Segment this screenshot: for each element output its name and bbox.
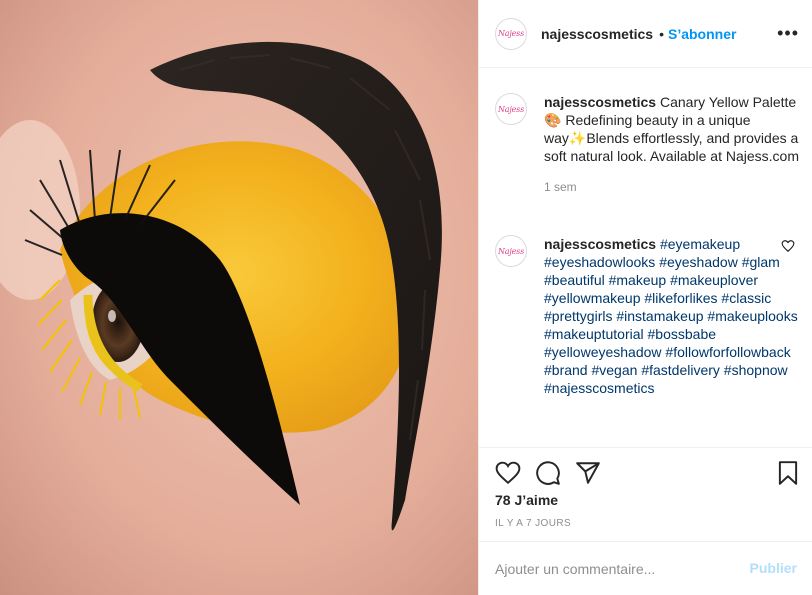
hashtag-link[interactable]: #brand [544,362,588,378]
username-link[interactable]: najesscosmetics [541,26,653,42]
hashtag-link[interactable]: #makeuptutorial [544,326,644,342]
likes-count[interactable]: 78 J’aime [495,492,558,508]
comments-list[interactable]: Najess najesscosmetics Canary Yellow Pal… [479,69,812,447]
post-date[interactable]: IL Y A 7 JOURS [495,518,571,529]
hashtag-link[interactable]: #makeuplooks [707,308,797,324]
hashtag-link[interactable]: #classic [721,290,771,306]
caption-text-1: Canary Yellow Palette [659,94,797,110]
separator-dot: • [659,25,664,42]
hashtag-comment: Najess najesscosmetics #eyemakeup #eyesh… [495,235,801,435]
hashtag-link[interactable]: #eyemakeup [660,236,740,252]
palette-emoji: 🎨 [544,112,562,128]
brand-logo: Najess [498,104,524,114]
hashtag-body: najesscosmetics #eyemakeup #eyeshadowloo… [544,235,802,397]
avatar[interactable]: Najess [495,17,527,50]
hashtag-link[interactable]: #vegan [591,362,637,378]
hashtag-link[interactable]: #instamakeup [616,308,703,324]
hashtag-list: #eyemakeup #eyeshadowlooks #eyeshadow #g… [544,236,798,396]
brand-logo: Najess [498,29,524,38]
hashtag-link[interactable]: #glam [742,254,780,270]
caption-comment: Najess najesscosmetics Canary Yellow Pal… [495,93,801,213]
comment-input[interactable] [495,559,735,579]
post-photo[interactable] [0,0,478,595]
eye-makeup-image [0,0,478,595]
hashtag-link[interactable]: #makeuplover [670,272,758,288]
avatar[interactable]: Najess [495,235,527,267]
caption-timestamp[interactable]: 1 sem [544,178,802,196]
bookmark-icon[interactable] [775,460,801,486]
like-comment-heart-icon[interactable] [781,239,795,253]
post-actions-section: 78 J’aime IL Y A 7 JOURS [479,447,812,541]
hashtag-link[interactable]: #beautiful [544,272,605,288]
publish-button[interactable]: Publier [750,560,797,576]
brand-logo: Najess [498,246,524,256]
heart-icon[interactable] [495,460,521,486]
caption-username[interactable]: najesscosmetics [544,94,656,110]
caption-body: najesscosmetics Canary Yellow Palette 🎨 … [544,93,802,196]
follow-button[interactable]: S’abonner [668,26,736,42]
comment-username[interactable]: najesscosmetics [544,236,656,252]
hashtag-link[interactable]: #yellowmakeup [544,290,641,306]
more-options-icon[interactable]: ••• [777,24,799,42]
hashtag-link[interactable]: #fastdelivery [641,362,720,378]
hashtag-link[interactable]: #bossbabe [648,326,717,342]
action-bar [495,460,799,486]
post-side-panel: Najess najesscosmetics • S’abonner ••• N… [478,0,812,595]
hashtag-link[interactable]: #eyeshadow [659,254,738,270]
hashtag-link[interactable]: #yelloweyeshadow [544,344,662,360]
hashtag-link[interactable]: #prettygirls [544,308,612,324]
hashtag-link[interactable]: #likeforlikes [644,290,717,306]
hashtag-link[interactable]: #followforfollowback [665,344,790,360]
avatar[interactable]: Najess [495,93,527,125]
add-comment-bar: Publier [479,541,812,595]
hashtag-link[interactable]: #shopnow [724,362,788,378]
comment-icon[interactable] [535,460,561,486]
share-icon[interactable] [575,460,601,486]
post-header: Najess najesscosmetics • S’abonner ••• [479,0,812,68]
hashtag-link[interactable]: #najesscosmetics [544,380,655,396]
sparkles-emoji: ✨ [568,130,587,146]
hashtag-link[interactable]: #eyeshadowlooks [544,254,655,270]
hashtag-link[interactable]: #makeup [609,272,667,288]
